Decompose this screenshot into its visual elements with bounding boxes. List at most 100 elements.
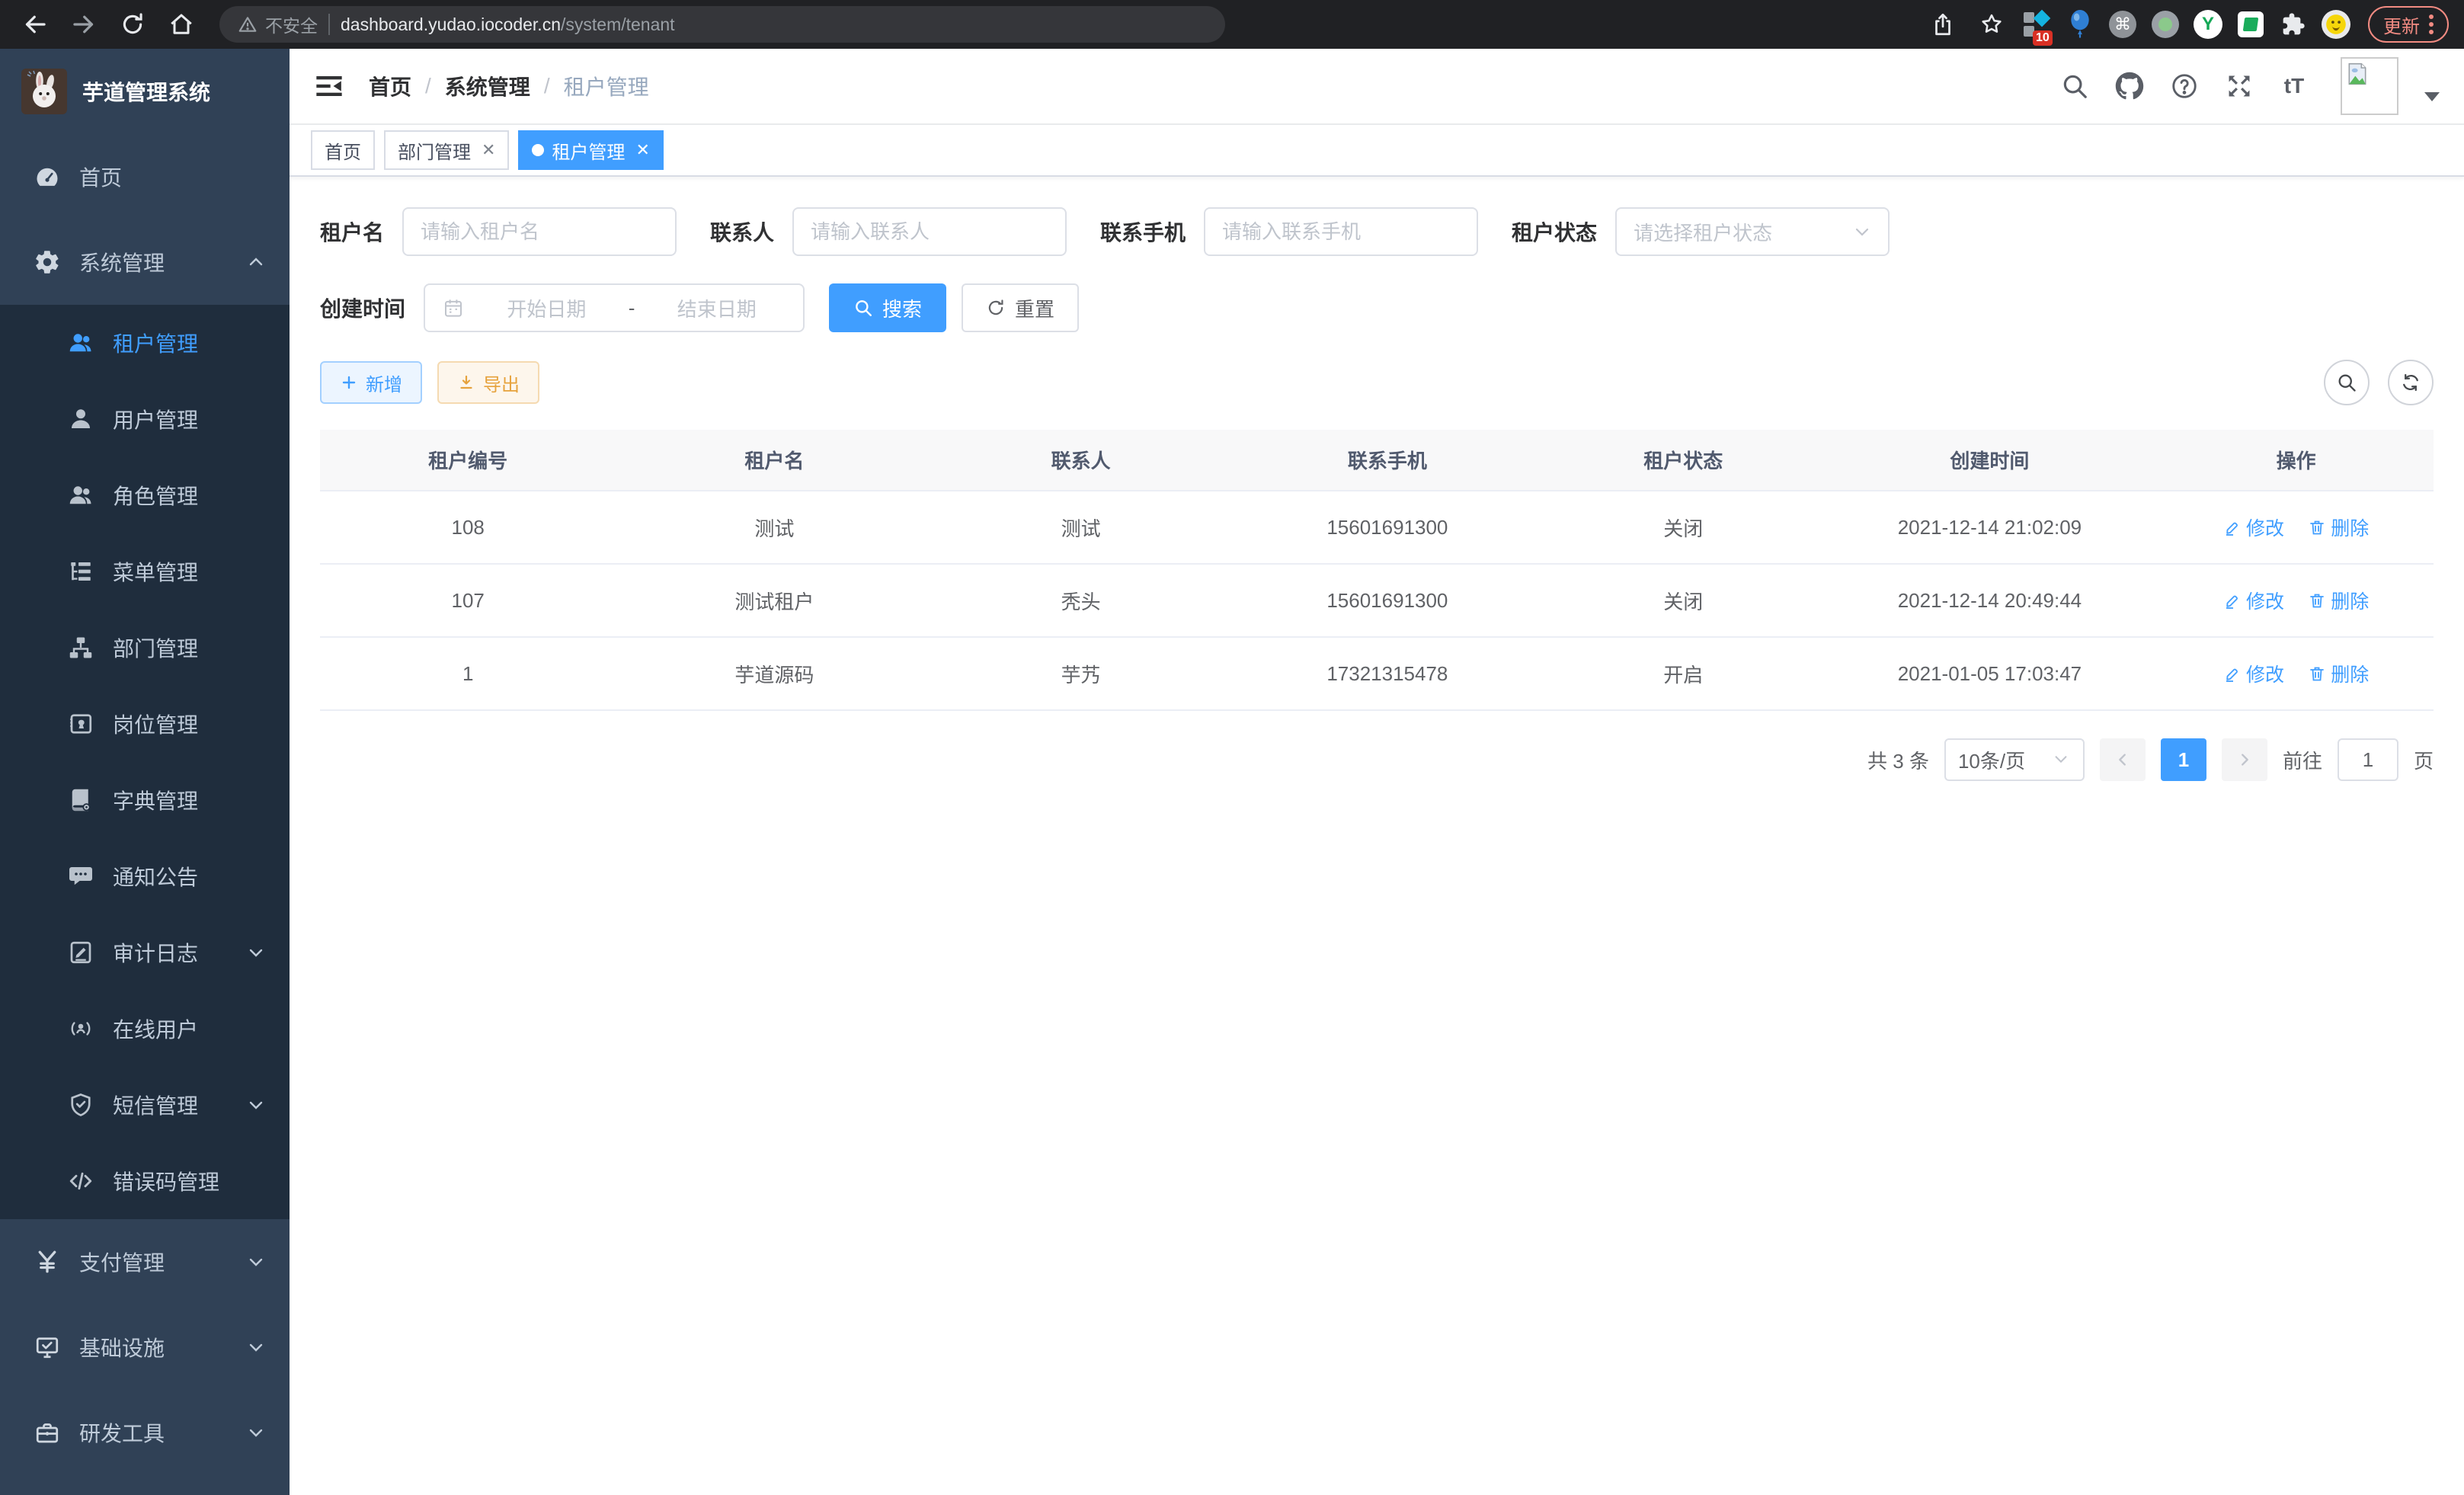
share-icon[interactable] [1923, 5, 1963, 44]
menu-tree-icon [67, 558, 94, 585]
extension-chat-icon[interactable] [2234, 8, 2267, 41]
date-separator: - [629, 296, 635, 320]
page-size-select[interactable]: 10条/页 [1944, 738, 2085, 781]
extensions-puzzle-icon[interactable] [2277, 8, 2310, 41]
breadcrumb-system[interactable]: 系统管理 [445, 71, 530, 101]
date-range-picker[interactable]: 开始日期 - 结束日期 [424, 283, 805, 332]
sidebar-item-devtools[interactable]: 研发工具 [0, 1390, 290, 1475]
add-button[interactable]: 新增 [320, 361, 422, 404]
sidebar-item-tenant[interactable]: 租户管理 [0, 305, 290, 381]
page-number-1[interactable]: 1 [2161, 738, 2206, 781]
top-navbar: 首页 / 系统管理 / 租户管理 tT [290, 49, 2464, 125]
sidebar-item-notice[interactable]: 通知公告 [0, 838, 290, 914]
date-start-placeholder[interactable]: 开始日期 [477, 294, 616, 322]
app-logo [21, 69, 67, 114]
app-logo-row[interactable]: 芋道管理系统 [0, 49, 290, 134]
edit-link[interactable]: 修改 [2223, 514, 2284, 541]
cell-status: 关闭 [1546, 491, 1821, 564]
next-page-button[interactable] [2222, 738, 2267, 781]
sidebar-item-dict[interactable]: 字典管理 [0, 762, 290, 838]
sidebar-item-audit-log[interactable]: 审计日志 [0, 914, 290, 991]
close-icon[interactable]: ✕ [635, 140, 649, 160]
url-divider [328, 14, 330, 35]
phone-input[interactable] [1222, 220, 1460, 244]
delete-link[interactable]: 删除 [2308, 587, 2369, 614]
sidebar-item-dept[interactable]: 部门管理 [0, 610, 290, 686]
total-count: 共 3 条 [1867, 746, 1929, 774]
breadcrumb-separator: / [425, 74, 431, 98]
edit-link[interactable]: 修改 [2223, 660, 2284, 687]
chevron-down-icon [1853, 222, 1871, 241]
fullscreen-icon[interactable] [2225, 72, 2254, 101]
sidebar-item-online-user[interactable]: 在线用户 [0, 991, 290, 1067]
refresh-button[interactable] [2388, 360, 2434, 405]
edit-link[interactable]: 修改 [2223, 587, 2284, 614]
reload-icon[interactable] [113, 5, 152, 44]
table-header-row: 租户编号 租户名 联系人 联系手机 租户状态 创建时间 操作 [320, 430, 2434, 491]
breadcrumb: 首页 / 系统管理 / 租户管理 [369, 71, 649, 101]
browser-menu-icon[interactable] [2429, 14, 2434, 34]
sidebar-item-menu[interactable]: 菜单管理 [0, 533, 290, 610]
contact-input-wrap [792, 207, 1067, 256]
close-icon[interactable]: ✕ [482, 140, 495, 160]
profile-avatar-icon[interactable] [2319, 8, 2353, 41]
sidebar-item-sms[interactable]: 短信管理 [0, 1067, 290, 1143]
contact-input[interactable] [811, 220, 1048, 244]
chevron-down-icon [247, 943, 265, 962]
address-bar[interactable]: 不安全 dashboard.yudao.iocoder.cn/system/te… [219, 6, 1225, 43]
help-icon[interactable] [2170, 72, 2199, 101]
sidebar-fold-icon[interactable] [314, 71, 344, 101]
extension-balloon-icon[interactable] [2063, 8, 2097, 41]
table-row: 108 测试 测试 15601691300 关闭 2021-12-14 21:0… [320, 491, 2434, 564]
sidebar-item-post[interactable]: 岗位管理 [0, 686, 290, 762]
bookmark-star-icon[interactable] [1972, 5, 2011, 44]
chrome-update-button[interactable]: 更新 [2368, 6, 2449, 43]
audit-log-icon [67, 939, 94, 966]
contact-label: 联系人 [710, 216, 774, 247]
avatar-dropdown-icon[interactable] [2424, 92, 2440, 101]
prev-page-button[interactable] [2100, 738, 2146, 781]
sidebar-item-system[interactable]: 系统管理 [0, 219, 290, 305]
reset-button[interactable]: 重置 [962, 283, 1079, 332]
tenant-name-input[interactable] [421, 220, 658, 244]
github-icon[interactable] [2115, 72, 2144, 101]
extension-blocker-icon[interactable]: 10 [2021, 8, 2054, 41]
delete-link[interactable]: 删除 [2308, 660, 2369, 687]
col-actions: 操作 [2158, 430, 2434, 491]
back-icon[interactable] [15, 5, 55, 44]
chevron-down-icon [247, 1423, 265, 1442]
extension-badge: 10 [2033, 30, 2053, 46]
tag-tenant[interactable]: 租户管理 ✕ [518, 130, 663, 170]
infrastructure-icon [34, 1333, 61, 1361]
extension-command-icon[interactable]: ⌘ [2106, 8, 2139, 41]
extension-y-icon[interactable]: Y [2191, 8, 2225, 41]
tag-home[interactable]: 首页 [311, 130, 375, 170]
toggle-search-button[interactable] [2324, 360, 2370, 405]
sidebar-item-error-code[interactable]: 错误码管理 [0, 1143, 290, 1219]
tag-dept[interactable]: 部门管理 ✕ [384, 130, 509, 170]
sidebar-item-infrastructure[interactable]: 基础设施 [0, 1305, 290, 1390]
cell-tenant-name: 芋道源码 [616, 637, 933, 710]
export-button[interactable]: 导出 [437, 361, 539, 404]
sidebar-item-user[interactable]: 用户管理 [0, 381, 290, 457]
cell-created: 2021-01-05 17:03:47 [1821, 637, 2159, 710]
search-button[interactable]: 搜索 [829, 283, 946, 332]
forward-icon[interactable] [64, 5, 104, 44]
breadcrumb-home[interactable]: 首页 [369, 71, 411, 101]
date-end-placeholder[interactable]: 结束日期 [647, 294, 786, 322]
sidebar-item-role[interactable]: 角色管理 [0, 457, 290, 533]
extension-record-icon[interactable] [2149, 8, 2182, 41]
chevron-down-icon [247, 1253, 265, 1271]
font-size-icon[interactable]: tT [2280, 72, 2309, 101]
sidebar-item-payment[interactable]: 支付管理 [0, 1219, 290, 1305]
user-avatar[interactable] [2341, 57, 2398, 115]
page-unit-label: 页 [2414, 746, 2434, 774]
tenant-name-label: 租户名 [320, 216, 384, 247]
header-search-icon[interactable] [2060, 72, 2089, 101]
delete-link[interactable]: 删除 [2308, 514, 2369, 541]
status-select[interactable]: 请选择租户状态 [1615, 207, 1890, 256]
security-warning[interactable]: 不安全 [238, 11, 318, 37]
sidebar-item-home[interactable]: 首页 [0, 134, 290, 219]
goto-page-input[interactable] [2338, 738, 2398, 781]
home-icon[interactable] [162, 5, 201, 44]
